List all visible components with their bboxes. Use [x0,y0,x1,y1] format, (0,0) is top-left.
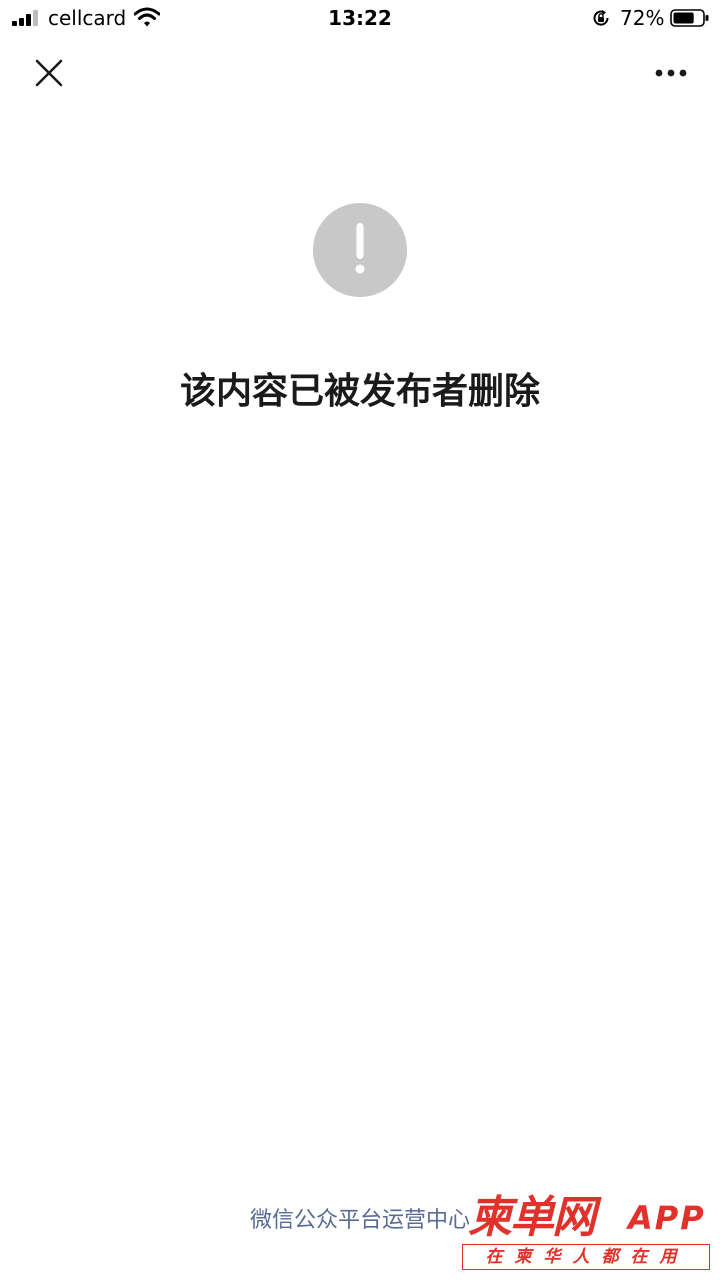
watermark-app-label: APP [628,1199,706,1237]
exclamation-circle-icon [313,203,407,297]
rotation-lock-icon [593,10,609,26]
status-bar: cellcard 13:22 72% [0,0,720,36]
battery-percent: 72% [620,6,665,30]
watermark-slogan-box: 在柬华人都在用 [462,1244,710,1270]
close-icon[interactable] [28,52,70,94]
more-dots-icon[interactable] [648,58,694,88]
watermark-logo: 柬单网 APP [462,1192,714,1244]
watermark-slogan: 在柬华人都在用 [485,1247,689,1267]
status-time: 13:22 [328,6,392,30]
watermark-brand: 柬单网 [468,1192,596,1243]
watermark: 柬单网 APP 在柬华人都在用 [462,1192,714,1276]
deleted-message: 该内容已被发布者删除 [179,371,540,412]
screen: cellcard 13:22 72% 该内容已被发布者删除 微信公众平台运营中心… [0,0,720,1280]
battery-icon [670,9,709,27]
